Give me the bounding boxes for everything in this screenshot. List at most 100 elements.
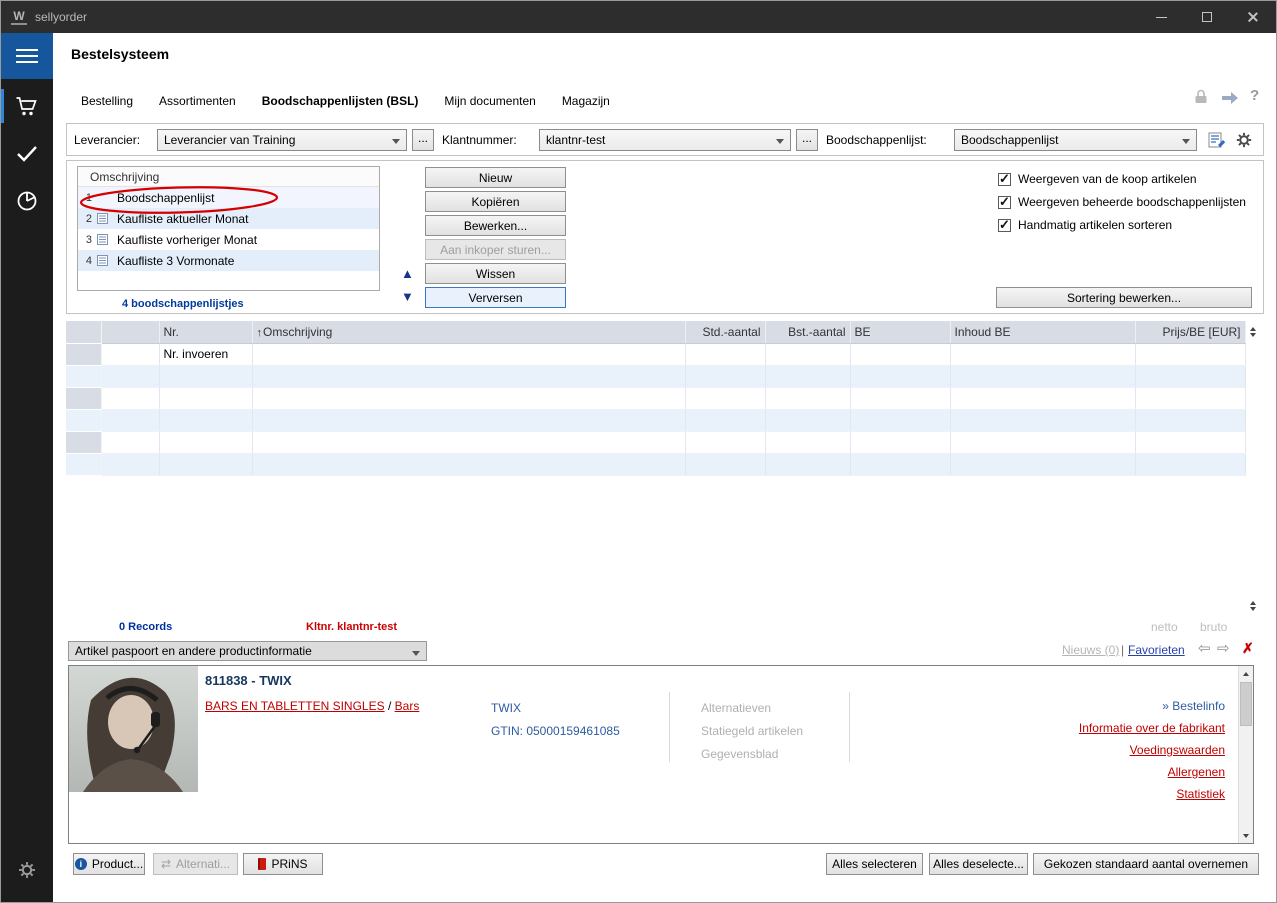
customer-select[interactable]: klantnr-test [539, 129, 791, 151]
apply-default-quantity-button[interactable]: Gekozen standaard aantal overnemen [1033, 853, 1259, 875]
new-button[interactable]: Nieuw [425, 167, 566, 188]
copy-button[interactable]: Kopiëren [425, 191, 566, 212]
list-column-header[interactable]: Omschrijving [78, 167, 379, 187]
column-header-inhoud-be[interactable]: Inhoud BE [950, 321, 1135, 343]
alternative-button[interactable]: ⇄ Alternati... [153, 853, 238, 875]
row-selector[interactable] [66, 387, 101, 409]
column-header-prijs[interactable]: Prijs/BE [EUR] [1135, 321, 1245, 343]
scroll-up-down-icon[interactable] [1247, 598, 1259, 613]
column-header-be[interactable]: BE [850, 321, 950, 343]
tab-boodschappenlijsten[interactable]: Boodschappenlijsten (BSL) [262, 94, 419, 108]
option-label: Weergeven van de koop artikelen [1018, 172, 1197, 186]
bruto-toggle[interactable]: bruto [1200, 620, 1227, 634]
customer-browse-button[interactable]: ... [796, 129, 818, 151]
next-arrow-icon[interactable]: ⇨ [1217, 639, 1230, 657]
panel-scrollbar[interactable] [1238, 666, 1253, 843]
refresh-button[interactable]: Verversen [425, 287, 566, 308]
separator: | [1121, 643, 1124, 657]
favorites-link[interactable]: Favorieten [1128, 643, 1185, 657]
row-selector-header[interactable] [66, 321, 101, 343]
row-selector[interactable] [66, 453, 101, 475]
edit-list-button[interactable] [1207, 130, 1227, 150]
table-row[interactable] [66, 387, 1245, 409]
list-item-kaufliste-3vormonate[interactable]: 4 Kaufliste 3 Vormonate [78, 250, 379, 271]
option-show-managed-lists[interactable]: Weergeven beheerde boodschappenlijsten [998, 195, 1246, 209]
product-button[interactable]: i Product... [73, 853, 145, 875]
select-all-button[interactable]: Alles selecteren [826, 853, 923, 875]
netto-toggle[interactable]: netto [1151, 620, 1178, 634]
option-manual-sorting[interactable]: Handmatig artikelen sorteren [998, 218, 1172, 232]
sidebar-item-settings[interactable] [1, 850, 53, 890]
statistics-link[interactable]: Statistiek [1079, 783, 1225, 805]
sidebar-item-orders[interactable] [1, 86, 53, 126]
scrollbar-thumb[interactable] [1240, 682, 1252, 726]
product-name: TWIX [491, 697, 620, 720]
shopping-list-select[interactable]: Boodschappenlijst [954, 129, 1197, 151]
list-icon [97, 234, 113, 245]
row-selector[interactable] [66, 365, 101, 387]
subcategory-link[interactable]: Bars [395, 699, 420, 713]
menu-button[interactable] [1, 33, 53, 79]
prins-button[interactable]: PRiNS [243, 853, 323, 875]
supplier-value: Leverancier van Training [164, 133, 295, 147]
close-button[interactable] [1230, 1, 1276, 33]
manufacturer-info-link[interactable]: Informatie over de fabrikant [1079, 717, 1225, 739]
tab-assortimenten[interactable]: Assortimenten [159, 94, 236, 108]
maximize-button[interactable] [1184, 1, 1230, 33]
minimize-button[interactable] [1138, 1, 1184, 33]
edit-sorting-button[interactable]: Sortering bewerken... [996, 287, 1252, 308]
forward-button[interactable] [1220, 91, 1240, 108]
tab-bar: Bestelling Assortimenten Boodschappenlij… [81, 94, 610, 108]
order-info-link[interactable]: » Bestelinfo [1162, 699, 1225, 713]
scroll-down-button[interactable] [1239, 828, 1253, 843]
send-to-buyer-button[interactable]: Aan inkoper sturen... [425, 239, 566, 260]
option-show-purchase-articles[interactable]: Weergeven van de koop artikelen [998, 172, 1197, 186]
table-row[interactable] [66, 365, 1245, 387]
close-panel-icon[interactable]: ✗ [1242, 640, 1254, 657]
list-item-kaufliste-vorherig[interactable]: 3 Kaufliste vorheriger Monat [78, 229, 379, 250]
column-header-omschrijving[interactable]: ↑Omschrijving [252, 321, 685, 343]
tab-mijn-documenten[interactable]: Mijn documenten [444, 94, 535, 108]
table-entry-row[interactable]: Nr. invoeren [66, 343, 1245, 365]
sidebar-item-confirmations[interactable] [1, 133, 53, 173]
row-number: 3 [78, 234, 92, 246]
row-selector[interactable] [66, 431, 101, 453]
column-header-blank[interactable] [101, 321, 159, 343]
help-button[interactable]: ? [1250, 87, 1259, 104]
row-selector[interactable] [66, 343, 101, 365]
edit-button[interactable]: Bewerken... [425, 215, 566, 236]
column-header-bst-aantal[interactable]: Bst.-aantal [765, 321, 850, 343]
supplier-browse-button[interactable]: ... [412, 129, 434, 151]
scroll-up-button[interactable] [1239, 666, 1253, 681]
move-up-button[interactable]: ▲ [401, 267, 414, 280]
column-header-std-aantal[interactable]: Std.-aantal [685, 321, 765, 343]
category-link[interactable]: BARS EN TABLETTEN SINGLES [205, 699, 385, 713]
table-row[interactable] [66, 453, 1245, 475]
supplier-select[interactable]: Leverancier van Training [157, 129, 407, 151]
record-count: 0 Records [119, 621, 172, 633]
list-settings-button[interactable] [1234, 130, 1254, 150]
move-down-button[interactable]: ▼ [401, 290, 414, 303]
nutrition-link[interactable]: Voedingswaarden [1079, 739, 1225, 761]
list-item-kaufliste-aktuell[interactable]: 2 Kaufliste aktueller Monat [78, 208, 379, 229]
previous-arrow-icon[interactable]: ⇦ [1198, 639, 1211, 657]
lock-button[interactable] [1193, 89, 1209, 108]
customer-value: klantnr-test [546, 133, 605, 147]
pie-chart-icon [16, 190, 38, 212]
sidebar-item-statistics[interactable] [1, 181, 53, 221]
deselect-all-button[interactable]: Alles deselecte... [929, 853, 1028, 875]
product-info-select[interactable]: Artikel paspoort en andere productinform… [68, 641, 427, 661]
column-header-nr[interactable]: Nr. [159, 321, 252, 343]
tab-magazijn[interactable]: Magazijn [562, 94, 610, 108]
allergens-link[interactable]: Allergenen [1079, 761, 1225, 783]
list-item-boodschappenlijst[interactable]: 1 Boodschappenlijst [78, 187, 379, 208]
table-row[interactable] [66, 431, 1245, 453]
delete-button[interactable]: Wissen [425, 263, 566, 284]
scroll-up-down-icon[interactable] [1247, 324, 1259, 339]
nr-entry-cell[interactable]: Nr. invoeren [159, 343, 252, 365]
row-selector[interactable] [66, 409, 101, 431]
tab-bestelling[interactable]: Bestelling [81, 94, 133, 108]
table-row[interactable] [66, 409, 1245, 431]
news-link[interactable]: Nieuws (0) [1062, 643, 1119, 657]
product-extra-links: Alternatieven Statiegeld artikelen Gegev… [701, 697, 803, 766]
